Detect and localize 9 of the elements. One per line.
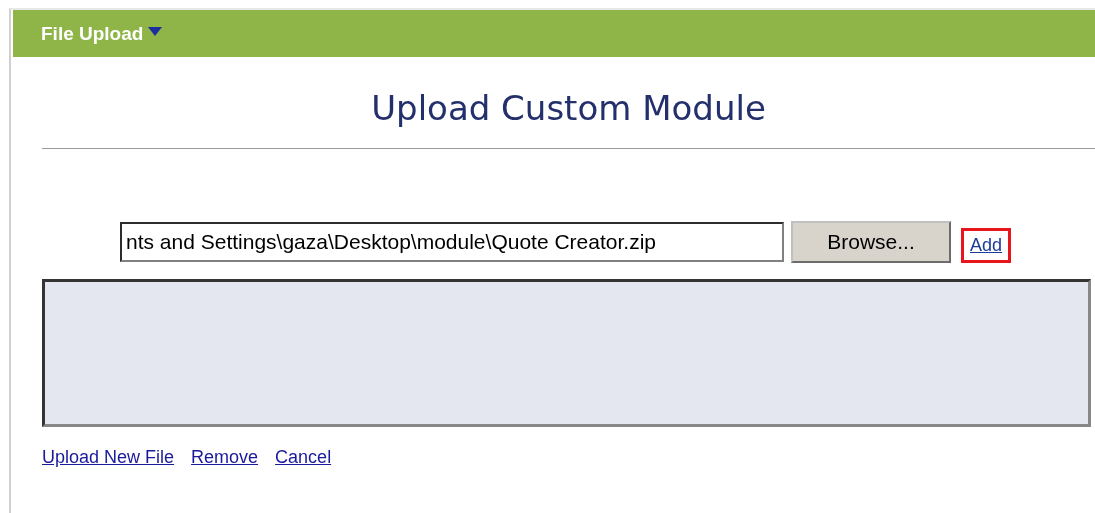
action-link[interactable]: Remove [191, 447, 259, 468]
action-link[interactable]: Upload New File [42, 447, 175, 468]
page-title: Upload Custom Module [370, 87, 767, 130]
file-list-box[interactable] [42, 279, 1091, 427]
file-path-field[interactable]: nts and Settings\gaza\Desktop\module\Quote Creator.zip [120, 222, 784, 262]
browse-button[interactable]: Browse... [791, 221, 951, 263]
action-link[interactable]: Cancel [275, 447, 332, 468]
add-link[interactable]: Add [961, 227, 1012, 263]
caret-icon[interactable] [148, 27, 163, 36]
